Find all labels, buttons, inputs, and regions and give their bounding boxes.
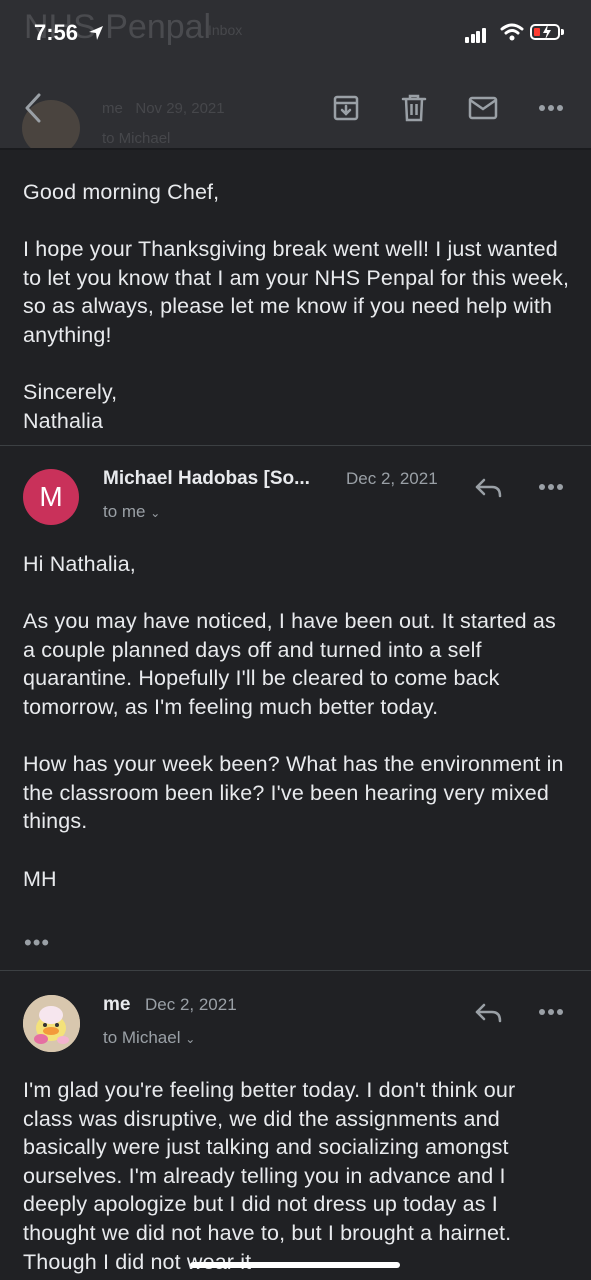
- reply-icon: [475, 1003, 502, 1023]
- battery-icon: [530, 24, 560, 40]
- archive-icon: [333, 95, 359, 121]
- chevron-down-icon: ⌄: [185, 1032, 196, 1046]
- mail-icon: [468, 96, 498, 120]
- cell-signal-icon: [465, 25, 487, 43]
- duck-avatar-icon: [23, 995, 80, 1052]
- message-more-button[interactable]: [532, 997, 570, 1027]
- avatar[interactable]: M: [23, 469, 79, 525]
- reply-button[interactable]: [470, 472, 506, 504]
- reply-icon: [475, 478, 502, 498]
- message-date: Dec 2, 2021: [145, 995, 237, 1014]
- sender-name: Michael Hadobas [So...: [103, 468, 310, 489]
- back-arrow-icon: [25, 93, 41, 123]
- trash-icon: [401, 94, 427, 122]
- home-indicator[interactable]: [190, 1262, 400, 1268]
- more-horizontal-icon: [539, 1009, 563, 1015]
- recipient-toggle[interactable]: to Michael ⌄: [103, 1028, 195, 1048]
- message-more-button[interactable]: [532, 472, 570, 502]
- chevron-down-icon: ⌄: [150, 506, 161, 520]
- archive-button[interactable]: [328, 90, 364, 126]
- ghost-sender: me Nov 29, 2021: [102, 100, 225, 117]
- show-trimmed-content-button[interactable]: •••: [24, 930, 50, 956]
- more-horizontal-icon: [539, 484, 563, 490]
- ghost-label: Inbox: [208, 22, 243, 38]
- mark-unread-button[interactable]: [464, 90, 502, 126]
- reply-button[interactable]: [470, 997, 506, 1029]
- recipient-toggle[interactable]: to me ⌄: [103, 502, 160, 522]
- delete-button[interactable]: [396, 90, 432, 126]
- status-time: 7:56: [34, 20, 105, 46]
- more-horizontal-icon: [539, 105, 563, 111]
- message-body: I'm glad you're feeling better today. I …: [23, 1078, 516, 1274]
- message-divider: [0, 445, 591, 446]
- message-body: Good morning Chef, I hope your Thanksgiv…: [23, 180, 570, 433]
- sender-name: me: [103, 994, 131, 1015]
- more-options-button[interactable]: [532, 90, 570, 126]
- avatar[interactable]: [23, 995, 80, 1052]
- location-arrow-icon: [89, 26, 104, 40]
- message-body: Hi Nathalia, As you may have noticed, I …: [23, 552, 564, 891]
- top-app-bar: NHS Penpal Inbox me Nov 29, 2021 to Mich…: [0, 0, 591, 148]
- message-divider: [0, 970, 591, 971]
- wifi-icon: [500, 23, 524, 41]
- back-button[interactable]: [16, 90, 50, 126]
- ghost-to: to Michael: [102, 130, 171, 147]
- message-date: Dec 2, 2021: [346, 469, 438, 488]
